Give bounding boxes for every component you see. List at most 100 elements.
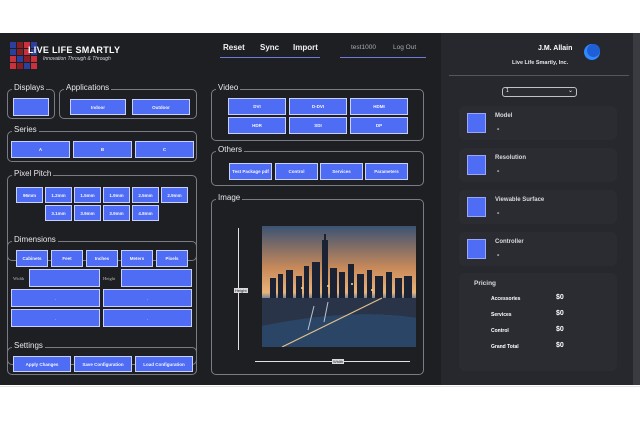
displays-panel: Displays (7, 83, 55, 119)
display-select-button[interactable] (13, 98, 49, 116)
control-button[interactable]: Control (275, 163, 318, 180)
save-configuration-button[interactable]: Save Configuration (74, 356, 132, 372)
pitch-button[interactable]: 4.8mm (132, 205, 159, 221)
pitch-button[interactable]: 2.5mm (132, 187, 159, 203)
grand-total-label: Grand Total (491, 344, 519, 350)
logo-tile (17, 56, 23, 62)
resolution-swatch (467, 155, 486, 175)
logo-tile (17, 63, 23, 69)
video-d-dvi-button[interactable]: D-DVI (289, 98, 347, 115)
height-input[interactable] (121, 269, 192, 287)
controller-title: Controller (495, 239, 524, 245)
unit-feet-button[interactable]: Feet (51, 250, 83, 267)
video-hdr-button[interactable]: HDR (228, 117, 286, 134)
services-price: $0 (556, 310, 564, 317)
app-window: LIVE LIFE SMARTLY Innovation Through & T… (0, 33, 640, 385)
display-count-select[interactable]: 1 ⌄ (502, 87, 577, 97)
load-configuration-button[interactable]: Load Configuration (135, 356, 193, 372)
logo-tile (10, 56, 16, 62)
dimension-output-field: - (103, 309, 192, 327)
video-sdi-button[interactable]: SDI (289, 117, 347, 134)
sync-link[interactable]: Sync (260, 43, 279, 52)
logo-tile (10, 42, 16, 48)
test-package-pdf-button[interactable]: Test Package pdf (229, 163, 272, 180)
parameters-button[interactable]: Parameters (365, 163, 408, 180)
applications-title: Applications (64, 83, 112, 93)
controller-swatch (467, 239, 486, 259)
video-panel: Video DVI D-DVI HDMI HDR SDI DP (211, 83, 424, 141)
logout-link[interactable]: Log Out (393, 44, 416, 51)
brand-tagline: Innovation Through & Through (43, 56, 111, 62)
user-underline (340, 57, 426, 58)
accessories-label: Accessories (491, 296, 521, 302)
pixel-pitch-title: Pixel Pitch (12, 169, 54, 179)
pricing-title: Pricing (474, 280, 497, 287)
pitch-button[interactable]: 3.9mm (74, 205, 101, 221)
series-c-button[interactable]: C (135, 141, 194, 158)
user-avatar-icon[interactable] (584, 44, 600, 60)
height-tag: Height (234, 288, 248, 293)
logo-tile (24, 63, 30, 69)
controller-card: Controller - (459, 232, 617, 266)
unit-pixels-button[interactable]: Pixels (156, 250, 188, 267)
unit-cabinets-button[interactable]: Cabinets (16, 250, 48, 267)
video-dp-button[interactable]: DP (350, 117, 408, 134)
pitch-button[interactable]: 2.9mm (161, 187, 188, 203)
pitch-button[interactable]: 1.9mm (103, 187, 130, 203)
chevron-down-icon: ⌄ (567, 88, 573, 94)
bottom-page-divider (0, 386, 640, 387)
pitch-button[interactable]: 3.1mm (45, 205, 72, 221)
displays-title: Displays (12, 83, 47, 93)
series-panel: Series A B C (7, 125, 197, 162)
settings-title: Settings (12, 341, 45, 351)
controller-value: - (497, 252, 500, 259)
model-swatch (467, 113, 486, 133)
profile-name: J.M. Allain (538, 45, 573, 52)
viewable-surface-title: Viewable Surface (495, 197, 545, 203)
series-a-button[interactable]: A (11, 141, 70, 158)
viewable-surface-swatch (467, 197, 486, 217)
pitch-button[interactable]: 96mm (16, 187, 43, 203)
apply-changes-button[interactable]: Apply Changes (13, 356, 71, 372)
series-b-button[interactable]: B (73, 141, 132, 158)
unit-inches-button[interactable]: Inches (86, 250, 118, 267)
others-panel: Others Test Package pdf Control Services… (211, 145, 424, 186)
logo-tile (31, 56, 37, 62)
city-skyline-preview-image (262, 226, 416, 347)
model-card: Model - (459, 106, 617, 140)
outdoor-button[interactable]: Outdoor (132, 99, 190, 115)
control-price: $0 (556, 326, 564, 333)
video-hdmi-button[interactable]: HDMI (350, 98, 408, 115)
user-id-label: test1000 (351, 44, 376, 51)
applications-panel: Applications Indoor Outdoor (59, 83, 197, 119)
others-title: Others (216, 145, 245, 155)
dimension-output-field: - (103, 289, 192, 307)
select-value: 1 (506, 88, 509, 94)
indoor-button[interactable]: Indoor (70, 99, 126, 115)
viewable-surface-card: Viewable Surface - (459, 190, 617, 224)
video-dvi-button[interactable]: DVI (228, 98, 286, 115)
pitch-button[interactable]: 3.9mm (103, 205, 130, 221)
width-input[interactable] (29, 269, 100, 287)
reset-link[interactable]: Reset (223, 43, 245, 52)
dimension-output-field: - (11, 309, 100, 327)
resolution-value: - (497, 168, 500, 175)
pitch-button[interactable]: 1.5mm (74, 187, 101, 203)
unit-meters-button[interactable]: Meters (121, 250, 153, 267)
resolution-title: Resolution (495, 155, 526, 161)
scrollbar[interactable] (633, 33, 640, 385)
sidebar-divider (449, 75, 629, 76)
video-title: Video (216, 83, 241, 93)
logo-tile (10, 49, 16, 55)
resolution-card: Resolution - (459, 148, 617, 182)
pitch-button[interactable]: 1.2mm (45, 187, 72, 203)
grand-total-price: $0 (556, 342, 564, 349)
image-panel: Image Height Width (211, 193, 424, 375)
control-label: Control (491, 328, 509, 334)
services-button[interactable]: Services (320, 163, 363, 180)
image-title: Image (216, 193, 243, 203)
viewable-surface-value: - (497, 210, 500, 217)
import-link[interactable]: Import (293, 43, 318, 52)
logo-tile (17, 42, 23, 48)
logo-tile (10, 63, 16, 69)
